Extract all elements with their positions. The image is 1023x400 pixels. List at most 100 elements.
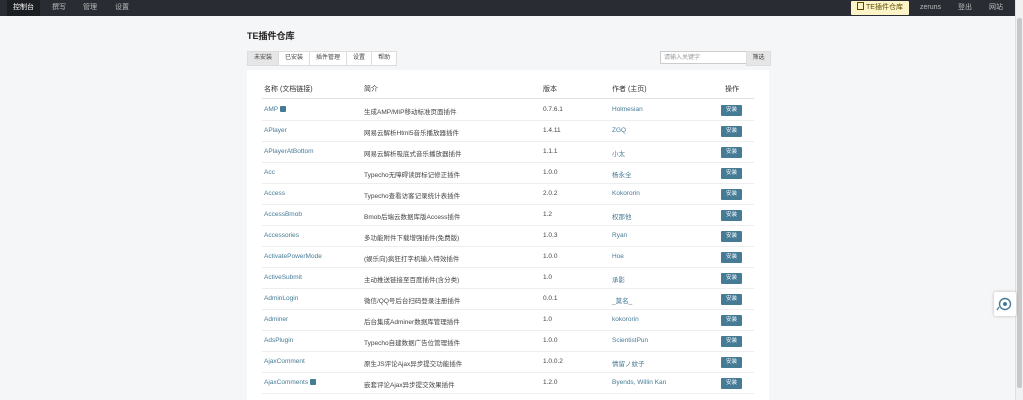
row-divider xyxy=(262,183,754,184)
plugin-author-link[interactable]: _莫名_ xyxy=(612,295,632,305)
plugin-author-link[interactable]: 承影 xyxy=(612,274,625,284)
plugin-description: 微信/QQ号后台扫码登录注册插件 xyxy=(364,298,461,305)
install-button[interactable]: 安装 xyxy=(721,189,742,200)
plugin-description: 嵌套评论Ajax异步提交效果插件 xyxy=(364,382,455,389)
install-button[interactable]: 安装 xyxy=(721,126,742,137)
column-header-author: 作者 (主页) xyxy=(612,86,647,93)
install-button[interactable]: 安装 xyxy=(721,294,742,305)
plugin-author-link[interactable]: Kokororin xyxy=(612,190,640,197)
row-divider xyxy=(262,225,754,226)
row-divider xyxy=(262,267,754,268)
row-divider xyxy=(262,330,754,331)
install-button[interactable]: 安装 xyxy=(721,378,742,389)
tab-settings[interactable]: 设置 xyxy=(346,51,373,66)
doc-link-icon[interactable] xyxy=(280,106,287,112)
row-divider xyxy=(262,246,754,247)
plugin-description: 主动推送链接至百度插件(含分类) xyxy=(364,277,460,284)
tab-help[interactable]: 帮助 xyxy=(371,51,398,66)
plugin-author-link[interactable]: 小太 xyxy=(612,148,625,158)
plugin-author-link[interactable]: Hoe xyxy=(612,253,624,260)
install-button[interactable]: 安装 xyxy=(721,357,742,368)
plugin-name-link[interactable]: AccessBmob xyxy=(264,211,302,218)
nav-dashboard[interactable]: 控制台 xyxy=(7,0,40,16)
plugin-name-link[interactable]: Acc xyxy=(264,169,275,176)
plugin-name-link[interactable]: Adminer xyxy=(264,316,288,323)
plugin-author-link[interactable]: kokororin xyxy=(612,316,639,323)
filter-button[interactable]: 筛选 xyxy=(746,51,771,66)
site-link[interactable]: 网站 xyxy=(989,0,1003,16)
plugin-name: Acc xyxy=(264,169,275,176)
plugin-version: 1.2.0 xyxy=(543,379,558,386)
tab-bar: 未安装 已安装 插件管理 设置 帮助 xyxy=(247,51,398,66)
install-button[interactable]: 安装 xyxy=(721,336,742,347)
plugin-version: 1.0.3 xyxy=(543,232,558,239)
nav-write[interactable]: 撰写 xyxy=(52,0,66,16)
nav-manage[interactable]: 管理 xyxy=(83,0,97,16)
plugin-version: 0.0.1 xyxy=(543,295,558,302)
plugin-store-label: TE插件仓库 xyxy=(866,4,903,11)
plugin-author-link[interactable]: ZGQ xyxy=(612,127,626,134)
plugin-description: 网易云解析Html5音乐播放器插件 xyxy=(364,130,459,137)
plugin-name: Adminer xyxy=(264,316,289,323)
plugin-name-link[interactable]: AjaxComment xyxy=(264,358,305,365)
plugin-name-link[interactable]: APlayerAtBottom xyxy=(264,148,314,155)
tab-installed[interactable]: 已安装 xyxy=(278,51,311,66)
plugin-author-link[interactable]: ScientistPun xyxy=(612,337,648,344)
row-divider xyxy=(262,141,754,142)
page-scrollbar[interactable] xyxy=(1015,0,1023,400)
plugin-author-link[interactable]: 权那他 xyxy=(612,211,632,221)
plugin-version: 1.0.0 xyxy=(543,253,558,260)
row-divider xyxy=(262,372,754,373)
install-button[interactable]: 安装 xyxy=(721,210,742,221)
row-divider xyxy=(262,393,754,394)
plugin-author-link[interactable]: Byends, Willin Kan xyxy=(612,379,666,386)
install-button[interactable]: 安装 xyxy=(721,252,742,263)
plugin-author-link[interactable]: Ryan xyxy=(612,232,627,239)
plugin-name: Accessories xyxy=(264,232,300,239)
plugin-name-link[interactable]: AjaxComments xyxy=(264,379,317,386)
scrollbar-thumb[interactable] xyxy=(1017,18,1022,388)
plugin-version: 2.0.2 xyxy=(543,190,558,197)
plugin-name-link[interactable]: AdsPlugin xyxy=(264,337,293,344)
tab-not-installed[interactable]: 未安装 xyxy=(247,51,280,66)
nav-settings[interactable]: 设置 xyxy=(115,0,129,16)
column-header-name: 名称 (文档链接) xyxy=(264,86,313,93)
plugin-name-link[interactable]: AdminLogin xyxy=(264,295,298,302)
tab-plugin-manage[interactable]: 插件管理 xyxy=(309,51,348,66)
plugin-version: 1.1.1 xyxy=(543,148,558,155)
plugin-description: 原生JS评论Ajax异步提交功能插件 xyxy=(364,361,463,368)
install-button[interactable]: 安装 xyxy=(721,231,742,242)
plugin-name: AjaxComments xyxy=(264,379,309,386)
page-title: TE插件仓库 xyxy=(247,31,295,41)
install-button[interactable]: 安装 xyxy=(721,315,742,326)
plugin-author-link[interactable]: 杨永全 xyxy=(612,169,632,179)
search-input[interactable] xyxy=(660,51,751,64)
plugin-description: 多功能附件下载增强插件(免费版) xyxy=(364,235,460,242)
plugin-name-link[interactable]: ActiveSubmit xyxy=(264,274,302,281)
top-navbar: 控制台 撰写 管理 设置 TE插件仓库 zeruns 登出 网站 xyxy=(0,0,1016,16)
user-link[interactable]: zeruns xyxy=(920,0,941,16)
install-button[interactable]: 安装 xyxy=(721,273,742,284)
plugin-version: 1.0 xyxy=(543,316,553,323)
install-button[interactable]: 安装 xyxy=(721,105,742,116)
assistant-icon xyxy=(996,297,1012,311)
row-divider xyxy=(262,288,754,289)
plugin-name-link[interactable]: Accessories xyxy=(264,232,299,239)
row-divider xyxy=(262,204,754,205)
row-divider xyxy=(262,351,754,352)
row-divider xyxy=(262,120,754,121)
plugin-name: AdsPlugin xyxy=(264,337,294,344)
install-button[interactable]: 安装 xyxy=(721,168,742,179)
plugin-author-link[interactable]: Holmesian xyxy=(612,106,643,113)
plugin-name-link[interactable]: Access xyxy=(264,190,285,197)
assistant-widget[interactable] xyxy=(994,292,1016,316)
plugin-version: 1.2 xyxy=(543,211,553,218)
install-button[interactable]: 安装 xyxy=(721,147,742,158)
plugin-store-link[interactable]: TE插件仓库 xyxy=(851,1,909,15)
plugin-name-link[interactable]: APlayer xyxy=(264,127,287,134)
plugin-name-link[interactable]: ActivatePowerMode xyxy=(264,253,322,260)
logout-link[interactable]: 登出 xyxy=(958,0,972,16)
plugin-author-link[interactable]: 情留ノ蚊子 xyxy=(612,358,645,368)
plugin-name-link[interactable]: AMP xyxy=(264,106,287,113)
doc-link-icon[interactable] xyxy=(310,379,317,385)
